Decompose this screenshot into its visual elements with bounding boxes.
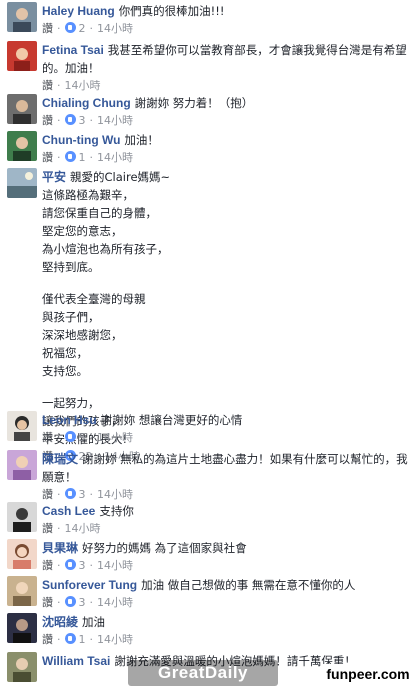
comment-text-line: 深深地感謝您，	[42, 328, 123, 342]
greatdaily-watermark: GreatDaily	[128, 660, 278, 686]
comment-text: 謝謝妳 想讓台灣更好的心情	[100, 413, 243, 427]
comment-text-line: 支持您。	[42, 364, 88, 378]
avatar[interactable]	[7, 502, 37, 532]
comment-feed: Haley Huang 你們真的很棒加油!!! 讚 · 2 · 14小時 Fetina T…	[0, 0, 420, 686]
avatar[interactable]	[7, 94, 37, 124]
comment-text-line: 僅代表全臺灣的母親	[42, 292, 146, 306]
like-button[interactable]: 讚	[42, 488, 53, 501]
avatar[interactable]	[7, 168, 37, 198]
comment-text: 加油	[82, 615, 106, 629]
commenter-name[interactable]: Chun-ting Wu	[42, 133, 120, 147]
comment-text-line: 為小煊泡也為所有孩子，	[42, 242, 169, 256]
comment-text-line: 堅持到底。	[42, 260, 100, 274]
comment-text: 謝謝妳 努力着！（抱）	[134, 96, 254, 110]
comment-text: 加油！	[124, 133, 159, 147]
like-count[interactable]: 3	[79, 114, 86, 127]
comment-text-line: 一起努力，	[42, 396, 100, 410]
like-button[interactable]: 讚	[42, 151, 53, 164]
like-reaction-icon[interactable]	[64, 633, 76, 644]
like-reaction-icon[interactable]	[64, 151, 76, 162]
commenter-name[interactable]: Chialing Chung	[42, 96, 131, 110]
like-button[interactable]: 讚	[42, 114, 53, 127]
avatar[interactable]	[7, 411, 37, 441]
avatar[interactable]	[7, 576, 37, 606]
like-button[interactable]: 讚	[42, 431, 53, 444]
comment-text: 謝謝妳 無私的為這片土地盡心盡力！如果有什麼可以幫忙的，我願意！	[42, 452, 408, 484]
like-button[interactable]: 讚	[42, 22, 53, 35]
timestamp[interactable]: 14小時	[97, 22, 133, 35]
avatar[interactable]	[7, 450, 37, 480]
funpeer-watermark: funpeer.com	[322, 664, 414, 684]
avatar[interactable]	[7, 613, 37, 643]
timestamp[interactable]: 14小時	[65, 79, 101, 92]
timestamp[interactable]: 14小時	[97, 596, 133, 609]
like-count[interactable]: 2	[79, 22, 86, 35]
comment-text: 支持你	[99, 504, 134, 518]
commenter-name[interactable]: Cash Lee	[42, 504, 95, 518]
timestamp[interactable]: 14小時	[97, 488, 133, 501]
timestamp[interactable]: 14小時	[97, 431, 133, 444]
comment-text-line: 堅定您的意志，	[42, 224, 123, 238]
like-count[interactable]: 3	[79, 488, 86, 501]
timestamp[interactable]: 14小時	[65, 522, 101, 535]
comment-text: 好努力的媽媽 為了這個家與社會	[82, 541, 247, 555]
like-reaction-icon[interactable]	[64, 559, 76, 570]
commenter-name[interactable]: 陳瑞文	[42, 452, 78, 466]
commenter-name[interactable]: William Tsai	[42, 654, 110, 668]
timestamp[interactable]: 14小時	[97, 151, 133, 164]
like-button[interactable]: 讚	[42, 522, 53, 535]
comment-text-line: 請您保重自己的身體，	[42, 206, 157, 220]
comment-text: 親愛的Claire媽媽~	[70, 170, 171, 184]
avatar[interactable]	[7, 2, 37, 32]
avatar[interactable]	[7, 652, 37, 682]
avatar[interactable]	[7, 539, 37, 569]
like-button[interactable]: 讚	[42, 596, 53, 609]
commenter-name[interactable]: Leon Hsu	[42, 413, 97, 427]
timestamp[interactable]: 14小時	[97, 559, 133, 572]
like-count[interactable]: 1	[79, 151, 86, 164]
like-reaction-icon[interactable]	[64, 114, 76, 125]
like-button[interactable]: 讚	[42, 633, 53, 646]
like-reaction-icon[interactable]	[64, 22, 76, 33]
avatar[interactable]	[7, 131, 37, 161]
like-count[interactable]: 1	[79, 633, 86, 646]
like-button[interactable]: 讚	[42, 79, 53, 92]
timestamp[interactable]: 14小時	[97, 114, 133, 127]
comment-text-line: 這條路極為艱辛，	[42, 188, 134, 202]
like-reaction-icon[interactable]	[64, 488, 76, 499]
comment-text: 加油 做自己想做的事 無需在意不懂你的人	[141, 578, 356, 592]
commenter-name[interactable]: Haley Huang	[42, 4, 115, 18]
commenter-name[interactable]: 平安	[42, 170, 66, 184]
avatar[interactable]	[7, 41, 37, 71]
comment-text-line: 祝福您，	[42, 346, 88, 360]
like-button[interactable]: 讚	[42, 559, 53, 572]
timestamp[interactable]: 14小時	[97, 633, 133, 646]
like-count[interactable]: 3	[79, 559, 86, 572]
commenter-name[interactable]: 沈昭綾	[42, 615, 78, 629]
like-reaction-icon[interactable]	[64, 431, 76, 442]
commenter-name[interactable]: 貝果琳	[42, 541, 78, 555]
like-count[interactable]: 3	[79, 596, 86, 609]
comment-text: 你們真的很棒加油!!!	[118, 4, 225, 18]
commenter-name[interactable]: Fetina Tsai	[42, 43, 104, 57]
like-count[interactable]: 5	[79, 431, 86, 444]
commenter-name[interactable]: Sunforever Tung	[42, 578, 137, 592]
comment-text-line: 與孩子們，	[42, 310, 100, 324]
like-reaction-icon[interactable]	[64, 596, 76, 607]
